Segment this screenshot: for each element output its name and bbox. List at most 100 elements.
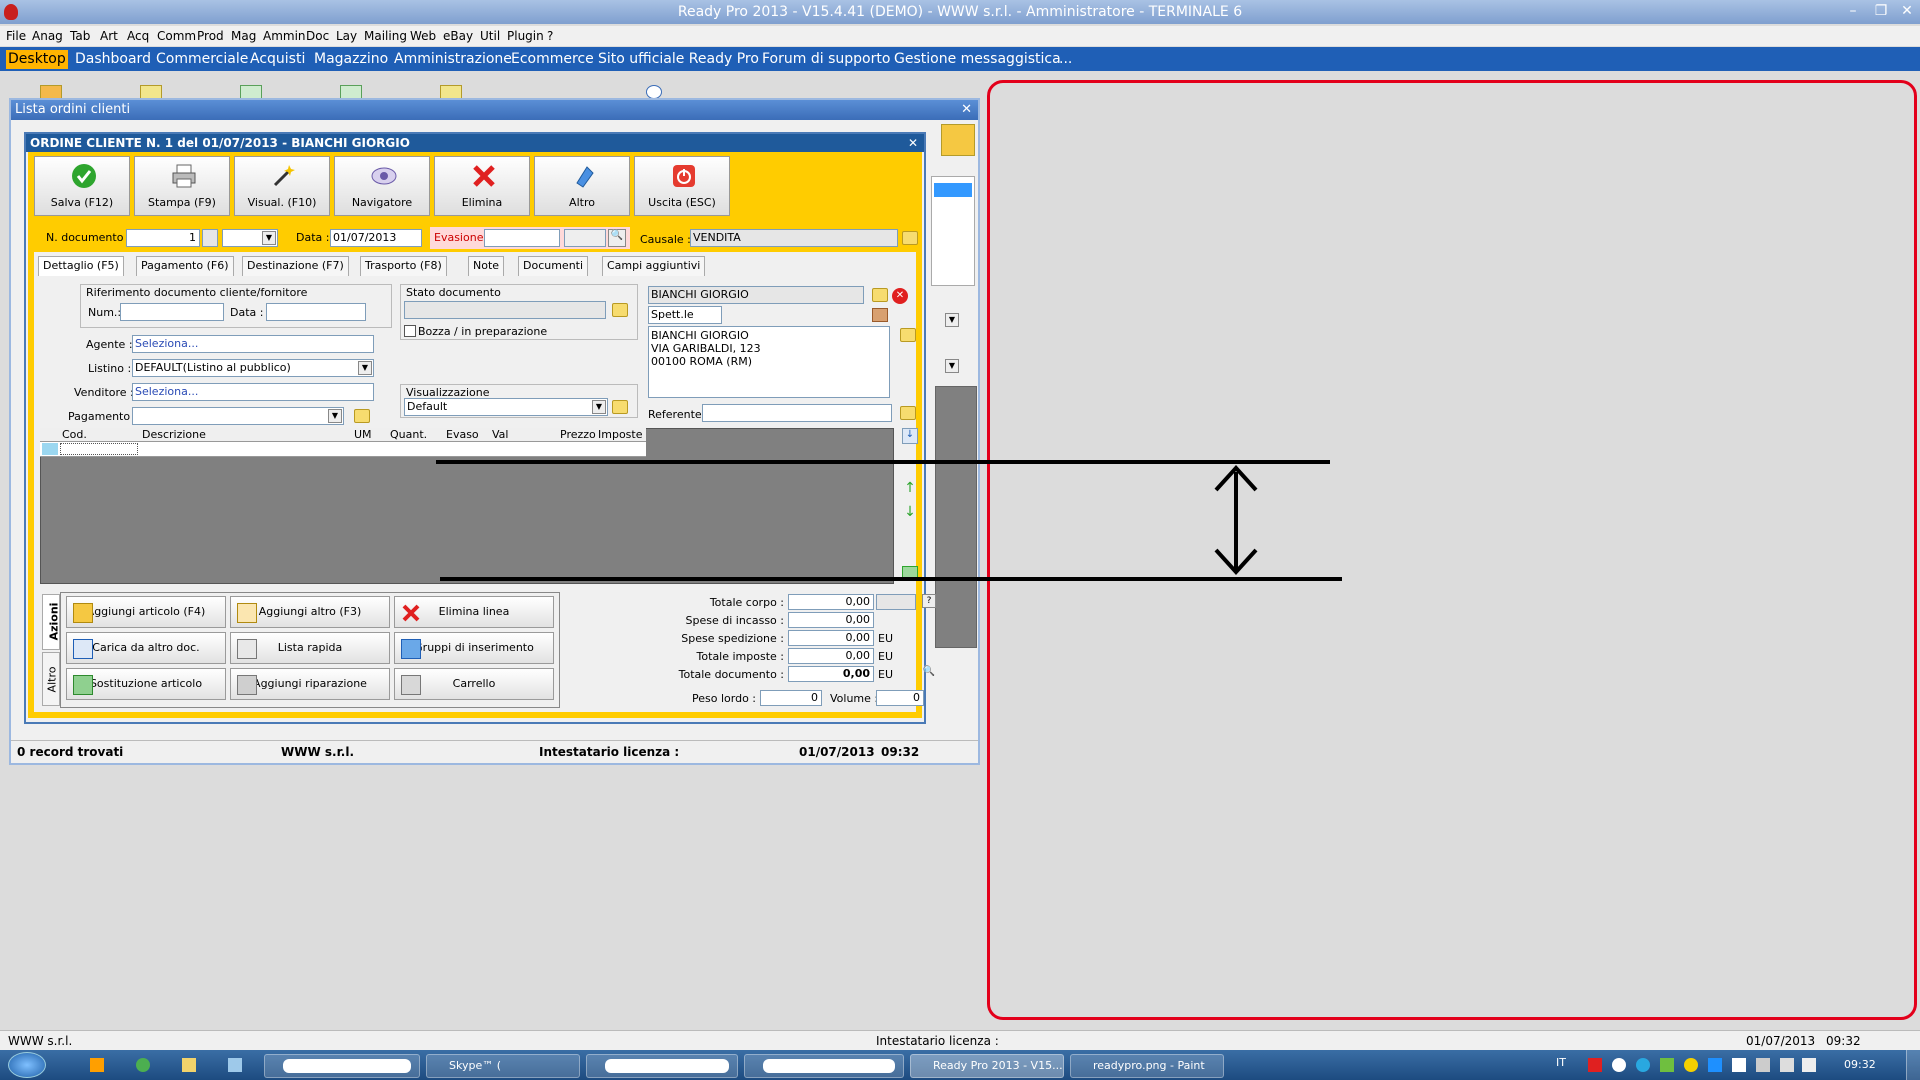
minimize-button[interactable]: – (1842, 2, 1864, 20)
stato-folder-icon[interactable] (612, 303, 628, 317)
explorer-pin-icon[interactable] (182, 1058, 196, 1072)
ndoc-suffix-dropdown[interactable]: ▼ (262, 231, 276, 245)
side-tab-azioni[interactable]: Azioni (42, 594, 60, 650)
visual-field[interactable]: Default (404, 398, 608, 416)
insert-groups-button[interactable]: Gruppi di inserimento (394, 632, 554, 664)
exit-button[interactable]: Uscita (ESC) (634, 156, 730, 216)
taskbar-item-chrome[interactable] (264, 1054, 420, 1078)
pagamento-field[interactable] (132, 407, 344, 425)
tray-icon-3[interactable] (1636, 1058, 1650, 1072)
bozza-checkbox[interactable] (404, 325, 416, 337)
referente-field[interactable] (702, 404, 892, 422)
agente-field[interactable]: Seleziona... (132, 335, 374, 353)
tab-messaggistica[interactable]: Gestione messaggistica (892, 50, 1063, 69)
totals-help-button[interactable]: ? (922, 594, 936, 608)
menu-mag[interactable]: Mag (231, 29, 256, 43)
menu-plugin[interactable]: Plugin (507, 29, 544, 43)
tray-icon-7[interactable] (1732, 1058, 1746, 1072)
volume-field[interactable]: 0 (876, 690, 924, 706)
subtab-documenti[interactable]: Documenti (518, 256, 589, 276)
evasione-field[interactable] (484, 229, 560, 247)
subtab-destinazione[interactable]: Destinazione (F7) (242, 256, 349, 276)
tab-dashboard[interactable]: Dashboard (73, 50, 153, 69)
col-cod[interactable]: Cod. (62, 428, 87, 441)
taskbar-item-readypro[interactable]: Ready Pro 2013 - V15... (910, 1054, 1064, 1078)
volume-icon[interactable] (1802, 1058, 1816, 1072)
subtab-dettaglio[interactable]: Dettaglio (F5) (38, 256, 124, 276)
col-val[interactable]: Val (492, 428, 508, 441)
tab-commerciale[interactable]: Commerciale (154, 50, 250, 69)
venditore-field[interactable]: Seleziona... (132, 383, 374, 401)
totals-zoom-icon[interactable]: 🔍 (922, 666, 936, 680)
tray-icon-8[interactable] (1756, 1058, 1770, 1072)
desk-icon-5[interactable] (440, 85, 462, 99)
clock-icon[interactable] (646, 85, 662, 99)
subtab-pagamento[interactable]: Pagamento (F6) (136, 256, 234, 276)
spese-incasso-field[interactable]: 0,00 (788, 612, 874, 628)
evasione-search-icon[interactable]: 🔍 (608, 229, 626, 247)
customer-contact-icon[interactable] (872, 308, 888, 322)
list-window-print-icon[interactable] (941, 124, 975, 156)
replace-article-button[interactable]: Sostituzione articolo (66, 668, 226, 700)
restore-button[interactable]: ❐ (1870, 2, 1892, 20)
tab-acquisti[interactable]: Acquisti (248, 50, 307, 69)
customer-title-field[interactable]: Spett.le (648, 306, 722, 324)
preview-button[interactable]: Visual. (F10) (234, 156, 330, 216)
list-filter-dropdown-2[interactable]: ▼ (945, 359, 959, 373)
ndoc-series-field[interactable] (202, 229, 218, 247)
navigator-button[interactable]: Navigatore (334, 156, 430, 216)
subtab-campi-aggiuntivi[interactable]: Campi aggiuntivi (602, 256, 706, 276)
row-selector[interactable] (42, 443, 58, 455)
visual-dropdown[interactable]: ▼ (592, 400, 606, 414)
cart-button[interactable]: Carrello (394, 668, 554, 700)
col-descrizione[interactable]: Descrizione (142, 428, 206, 441)
tab-amministrazione[interactable]: Amministrazione (392, 50, 514, 69)
col-um[interactable]: UM (354, 428, 372, 441)
desk-icon-1[interactable] (40, 85, 62, 99)
network-icon[interactable] (1780, 1058, 1794, 1072)
side-tab-altro[interactable]: Altro (42, 652, 60, 706)
menu-lay[interactable]: Lay (336, 29, 357, 43)
menu-acq[interactable]: Acq (127, 29, 149, 43)
grid-info-icon[interactable]: ↓ (902, 428, 918, 444)
col-imposte[interactable]: Imposte (598, 428, 642, 441)
col-evaso[interactable]: Evaso (446, 428, 479, 441)
customer-address-box[interactable]: BIANCHI GIORGIO VIA GARIBALDI, 123 00100… (648, 326, 890, 398)
close-button[interactable]: ✕ (1896, 2, 1918, 20)
list-window-close-icon[interactable]: ✕ (961, 100, 972, 120)
listino-field[interactable]: DEFAULT(Listino al pubblico) (132, 359, 374, 377)
tray-icon-4[interactable] (1660, 1058, 1674, 1072)
tab-ecommerce[interactable]: Ecommerce (509, 50, 596, 69)
menu-tab[interactable]: Tab (70, 29, 90, 43)
tab-sito-ufficiale[interactable]: Sito ufficiale Ready Pro (596, 50, 761, 69)
totale-corpo-field[interactable]: 0,00 (788, 594, 874, 610)
listino-dropdown[interactable]: ▼ (358, 361, 372, 375)
show-desktop-button[interactable] (1906, 1050, 1920, 1080)
menu-help[interactable]: ? (547, 29, 553, 43)
menu-mailing[interactable]: Mailing (364, 29, 407, 43)
add-repair-button[interactable]: Aggiungi riparazione (230, 668, 390, 700)
ndoc-field[interactable]: 1 (126, 229, 200, 247)
load-from-doc-button[interactable]: Carica da altro doc. (66, 632, 226, 664)
menu-util[interactable]: Util (480, 29, 500, 43)
pagamento-dropdown[interactable]: ▼ (328, 409, 342, 423)
tray-icon-1[interactable] (1588, 1058, 1602, 1072)
tab-more[interactable]: ... (1057, 50, 1074, 69)
menu-ebay[interactable]: eBay (443, 29, 473, 43)
address-folder-icon[interactable] (900, 328, 916, 342)
date-field[interactable]: 01/07/2013 (330, 229, 422, 247)
menu-prod[interactable]: Prod (197, 29, 224, 43)
more-button[interactable]: Altro (534, 156, 630, 216)
col-quant[interactable]: Quant. (390, 428, 427, 441)
rif-num-field[interactable] (120, 303, 224, 321)
tray-icon-5[interactable] (1684, 1058, 1698, 1072)
taskbar-item-4[interactable] (744, 1054, 904, 1078)
add-other-button[interactable]: Aggiungi altro (F3) (230, 596, 390, 628)
menu-doc[interactable]: Doc (306, 29, 329, 43)
evasione-field-2[interactable] (564, 229, 606, 247)
save-button[interactable]: Salva (F12) (34, 156, 130, 216)
add-article-button[interactable]: Aggiungi articolo (F4) (66, 596, 226, 628)
customer-folder-icon[interactable] (872, 288, 888, 302)
referente-folder-icon[interactable] (900, 406, 916, 420)
subtab-note[interactable]: Note (468, 256, 505, 276)
